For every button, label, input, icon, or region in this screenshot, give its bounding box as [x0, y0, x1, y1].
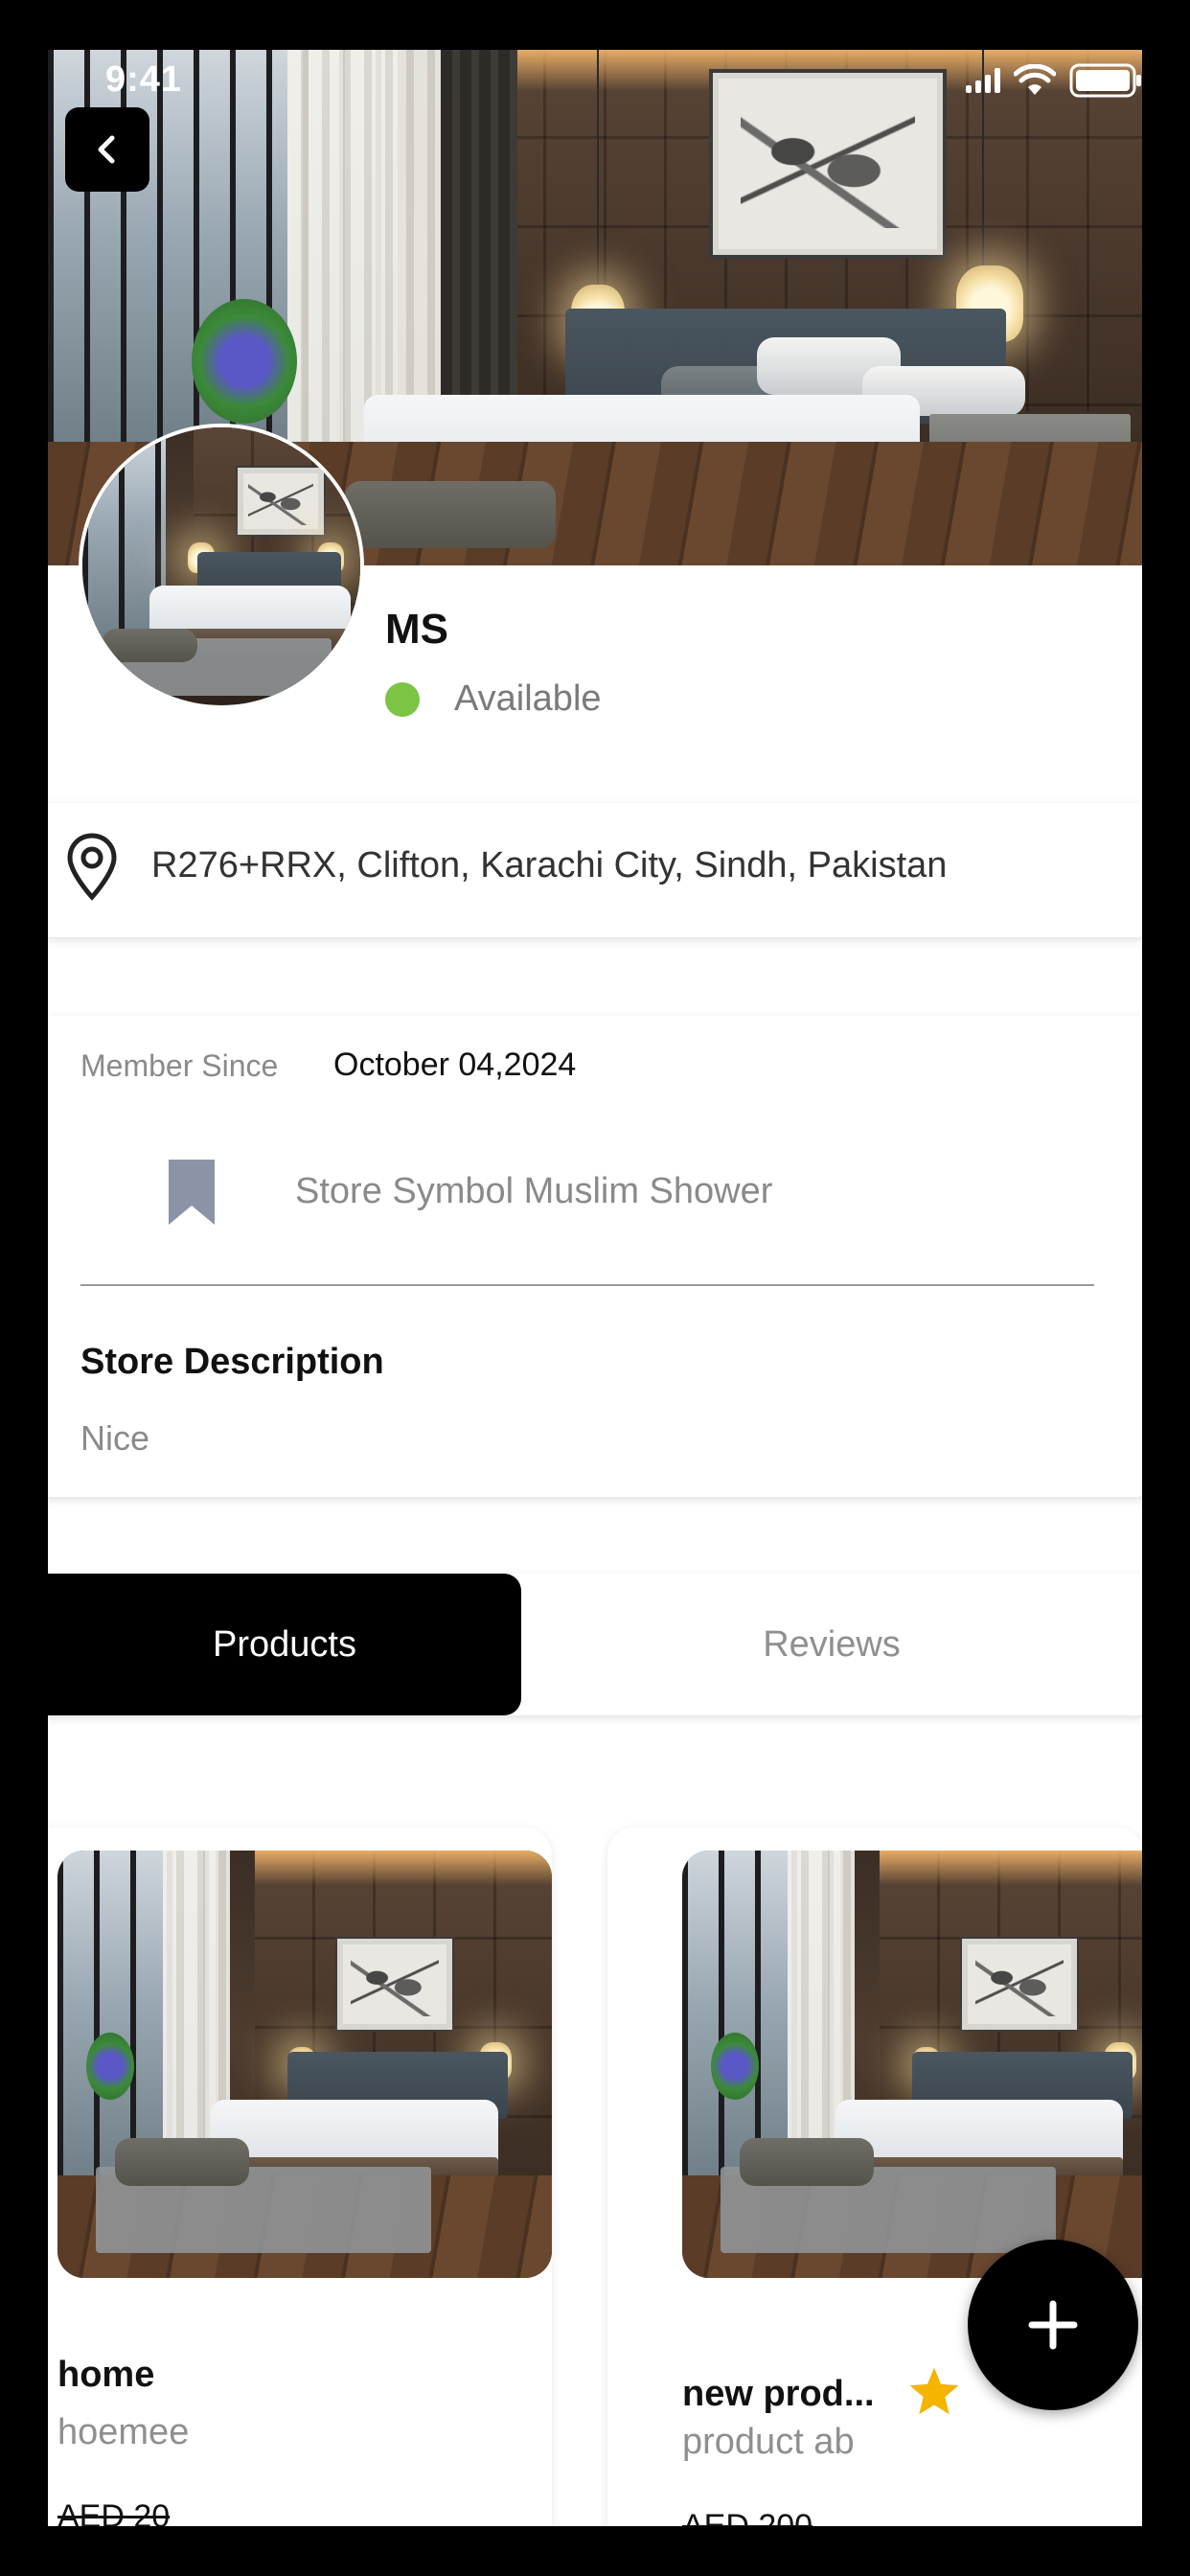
status-icons	[966, 63, 1142, 98]
product-subtitle: hoemee	[57, 2412, 190, 2452]
star-icon	[909, 2367, 959, 2415]
member-since-label: Member Since	[80, 1048, 279, 1083]
location-pin-icon	[67, 833, 117, 901]
chevron-left-icon	[98, 135, 115, 164]
product-price: AED 20	[57, 2498, 171, 2526]
store-name: MS	[385, 606, 448, 653]
tab-products[interactable]: Products	[48, 1574, 521, 1715]
availability-status: Available	[454, 678, 602, 719]
bookmark-icon	[169, 1160, 215, 1225]
cellular-signal-icon	[966, 68, 1000, 93]
store-profile-screen: 9:41 MS Available R276+RRX, Clifton, Kar…	[48, 50, 1142, 2526]
address-card: R276+RRX, Clifton, Karachi City, Sindh, …	[48, 803, 1142, 937]
wifi-icon	[1014, 64, 1056, 95]
product-subtitle: product ab	[682, 2422, 855, 2462]
add-product-button[interactable]	[968, 2240, 1138, 2410]
product-card[interactable]: home hoemee AED 20	[48, 1828, 552, 2526]
status-time: 9:41	[105, 59, 183, 100]
product-image	[682, 1851, 1142, 2278]
plus-icon	[1028, 2300, 1078, 2350]
product-name: home	[57, 2355, 155, 2395]
product-image	[57, 1851, 552, 2278]
back-button[interactable]	[65, 107, 149, 192]
divider	[80, 1284, 1094, 1286]
store-address: R276+RRX, Clifton, Karachi City, Sindh, …	[151, 845, 948, 886]
available-status-dot	[385, 682, 420, 717]
store-info-card: Member Since October 04,2024 Store Symbo…	[48, 1016, 1142, 1497]
store-description-label: Store Description	[80, 1342, 384, 1382]
product-price: AED 200	[682, 2508, 813, 2526]
product-card[interactable]: new prod... product ab AED 200	[607, 1828, 1142, 2526]
member-since-value: October 04,2024	[333, 1046, 577, 1083]
store-description: Nice	[80, 1418, 150, 1458]
store-symbol: Store Symbol Muslim Shower	[295, 1171, 773, 1211]
product-name: new prod...	[682, 2374, 875, 2414]
content-tabs: Products Reviews	[48, 1574, 1142, 1715]
battery-icon	[1069, 63, 1141, 98]
tab-reviews[interactable]: Reviews	[521, 1574, 1142, 1715]
store-avatar	[79, 424, 364, 709]
